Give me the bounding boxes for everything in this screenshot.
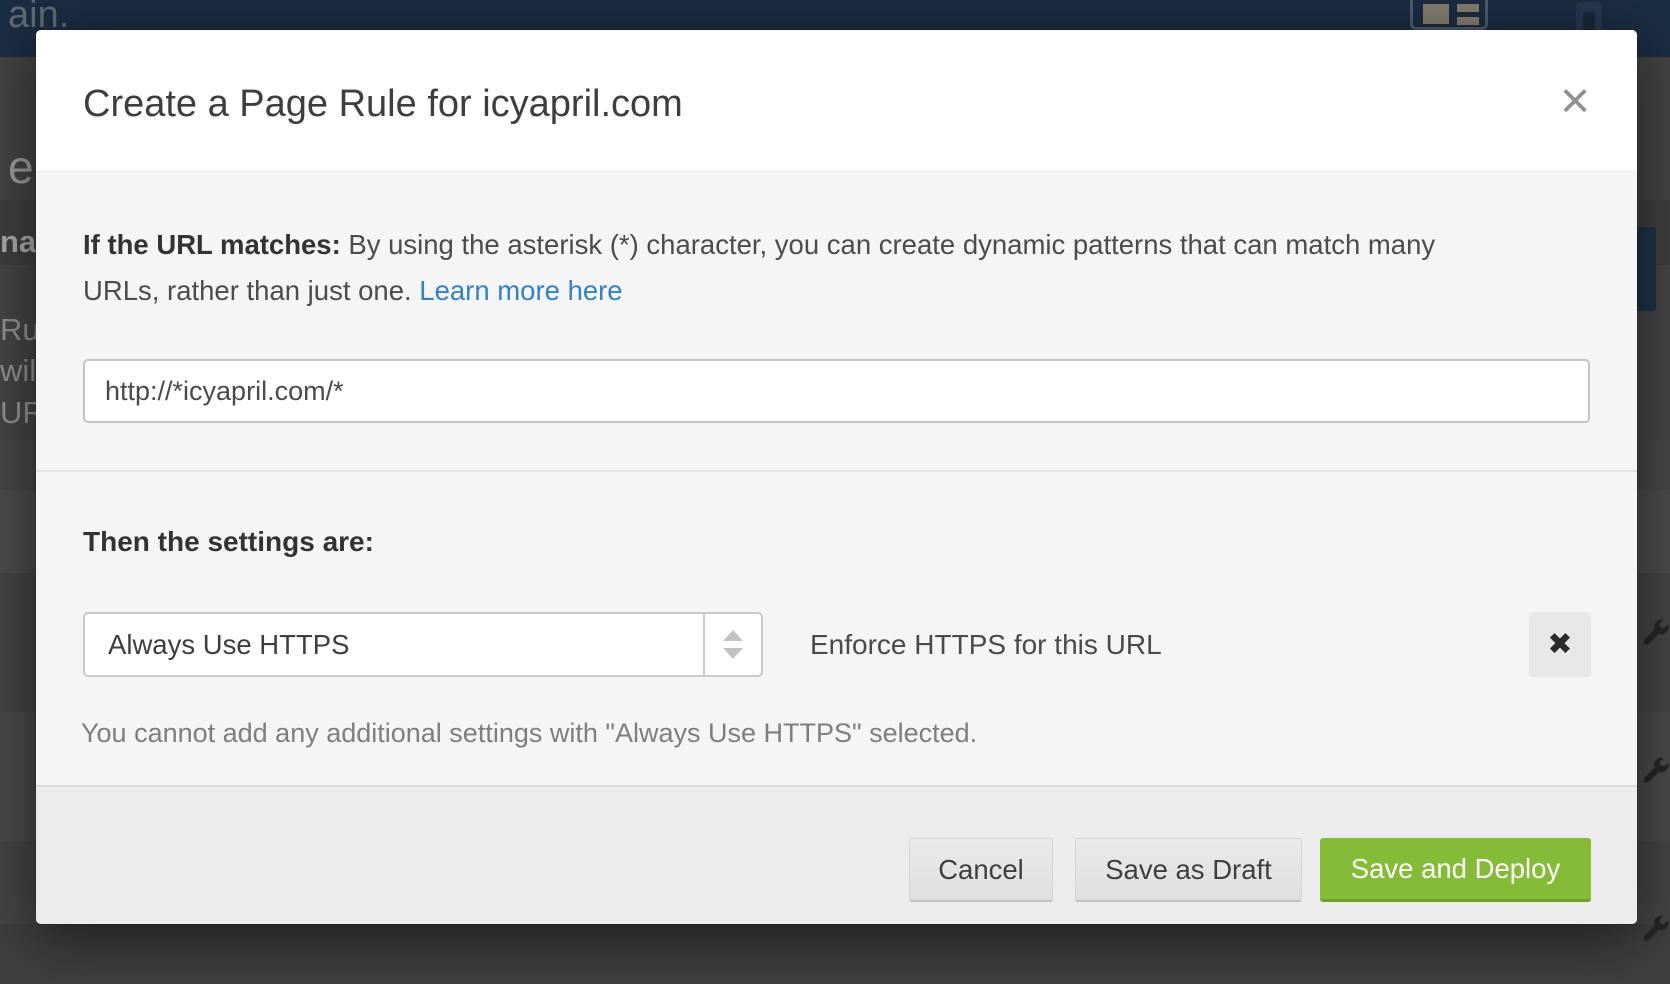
- url-pattern-input[interactable]: [83, 359, 1590, 423]
- dimmed-text-fragment: Ru: [0, 312, 40, 348]
- setting-note: You cannot add any additional settings w…: [81, 718, 977, 749]
- save-and-deploy-button[interactable]: Save and Deploy: [1320, 838, 1591, 902]
- url-match-description: If the URL matches: By using the asteris…: [83, 222, 1483, 314]
- dialog-header: Create a Page Rule for icyapril.com ×: [36, 30, 1637, 172]
- dimmed-button-fragment: [1634, 227, 1656, 311]
- wrench-icon: [1641, 756, 1670, 786]
- save-as-draft-button[interactable]: Save as Draft: [1075, 838, 1302, 902]
- apps-grid-icon: [1410, 0, 1488, 30]
- cancel-button[interactable]: Cancel: [909, 838, 1053, 902]
- dialog-footer: Cancel Save as Draft Save and Deploy: [36, 785, 1637, 924]
- setting-description: Enforce HTTPS for this URL: [810, 612, 1162, 677]
- dialog-title: Create a Page Rule for icyapril.com: [83, 83, 683, 126]
- wrench-icon: [1641, 914, 1670, 944]
- close-icon[interactable]: ×: [1542, 68, 1608, 134]
- section-divider: [36, 470, 1637, 472]
- screen: ain. e nav Ru will UR Create a Page Rule…: [0, 0, 1670, 984]
- dim-row: [0, 924, 1670, 984]
- setting-select-value: Always Use HTTPS: [85, 614, 703, 675]
- close-x-icon: ✖: [1547, 628, 1572, 661]
- settings-heading: Then the settings are:: [83, 526, 374, 558]
- create-page-rule-dialog: Create a Page Rule for icyapril.com × If…: [36, 30, 1637, 924]
- chevron-up-down-icon[interactable]: [703, 614, 761, 675]
- learn-more-link[interactable]: Learn more here: [419, 275, 622, 306]
- url-match-lead: If the URL matches:: [83, 229, 341, 260]
- setting-select[interactable]: Always Use HTTPS: [83, 612, 763, 677]
- dimmed-text-fragment: e: [8, 140, 34, 194]
- wrench-icon: [1641, 618, 1670, 648]
- remove-setting-button[interactable]: ✖: [1529, 612, 1591, 677]
